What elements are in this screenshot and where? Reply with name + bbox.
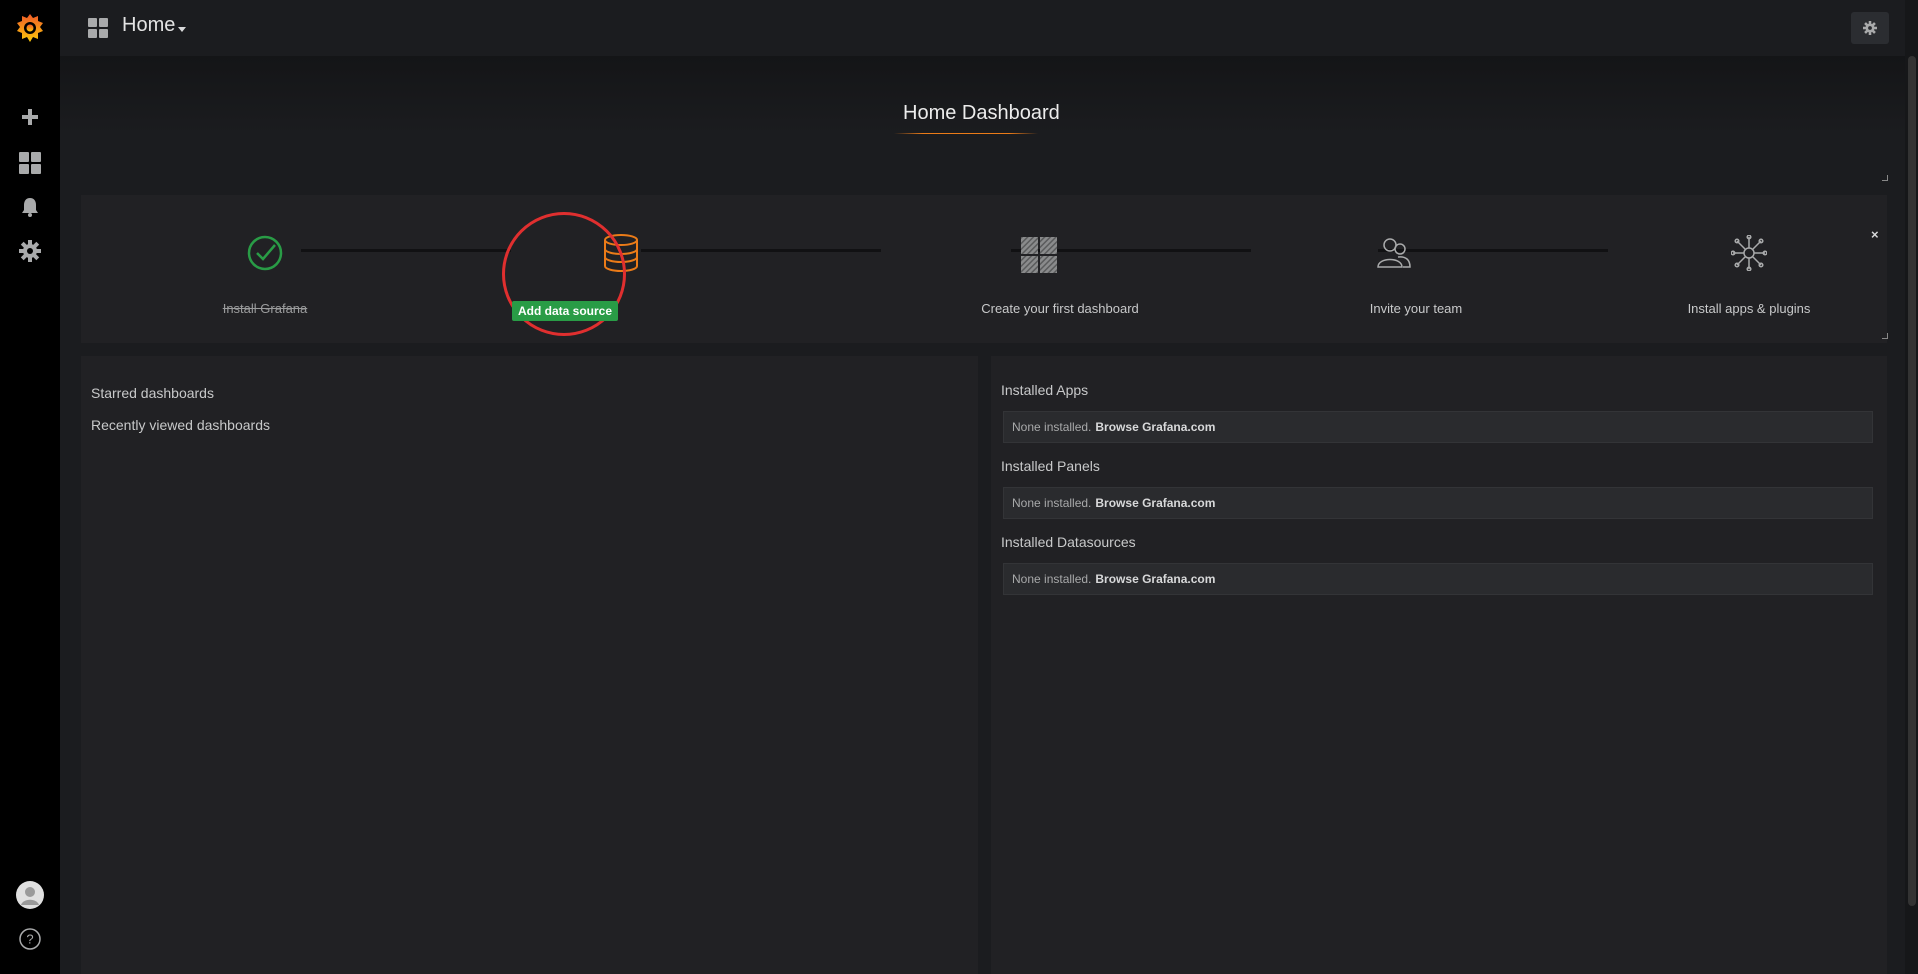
plus-icon[interactable] [0,104,60,130]
gear-icon[interactable] [0,238,60,264]
dashboard-picker[interactable]: Home [122,14,175,37]
step-install-plugins[interactable]: Install apps & plugins [1629,301,1869,316]
getting-started-panel: Install Grafana Create your first dashbo… [81,195,1887,343]
installed-apps-box: None installed. Browse Grafana.com [1003,411,1873,443]
sidebar: ? [0,0,60,974]
starred-dashboards-header[interactable]: Starred dashboards [91,385,214,401]
step-invite-team[interactable]: Invite your team [1296,301,1536,316]
dashboard-grid-icon [88,18,108,43]
add-data-source-button[interactable]: Add data source [512,301,619,321]
users-icon[interactable] [1376,235,1412,276]
resize-handle[interactable] [1882,333,1888,339]
chevron-down-icon[interactable] [178,27,186,32]
installed-panels-box: None installed. Browse Grafana.com [1003,487,1873,519]
progress-line [301,249,511,252]
browse-grafana-link[interactable]: Browse Grafana.com [1095,496,1215,510]
scrollbar[interactable] [1908,56,1916,906]
installed-panels-title: Installed Panels [1001,458,1100,474]
step-install-grafana: Install Grafana [222,301,308,316]
svg-text:?: ? [26,932,33,947]
check-circle-icon [247,235,283,276]
recently-viewed-header[interactable]: Recently viewed dashboards [91,417,270,433]
progress-line [1378,249,1608,252]
dashboard-list-panel: Starred dashboards Recently viewed dashb… [81,356,978,974]
none-installed-text: None installed. [1012,572,1092,586]
topbar: Home [60,0,1905,56]
installed-datasources-title: Installed Datasources [1001,534,1136,550]
browse-grafana-link[interactable]: Browse Grafana.com [1095,572,1215,586]
avatar[interactable] [0,880,60,910]
help-icon[interactable]: ? [0,924,60,954]
installed-datasources-box: None installed. Browse Grafana.com [1003,563,1873,595]
gear-icon [1863,21,1877,35]
main-area: Home Home Dashboard Install Grafana Crea… [60,0,1916,974]
plugin-list-panel: Installed Apps None installed. Browse Gr… [991,356,1887,974]
none-installed-text: None installed. [1012,496,1092,510]
progress-line [641,249,881,252]
step-create-dashboard[interactable]: Create your first dashboard [940,301,1180,316]
close-icon[interactable]: × [1871,227,1879,242]
dashboard-grid-icon[interactable] [1021,237,1057,278]
none-installed-text: None installed. [1012,420,1092,434]
page-title: Home Dashboard [903,102,1060,124]
installed-apps-title: Installed Apps [1001,382,1089,398]
browse-grafana-link[interactable]: Browse Grafana.com [1095,420,1215,434]
title-underline [894,133,1038,134]
grafana-logo-icon[interactable] [0,8,60,48]
bell-icon[interactable] [0,194,60,220]
dashboards-icon[interactable] [0,150,60,176]
dashboard-settings-button[interactable] [1851,12,1889,44]
resize-handle[interactable] [1882,175,1888,181]
plugins-icon[interactable] [1730,234,1768,276]
